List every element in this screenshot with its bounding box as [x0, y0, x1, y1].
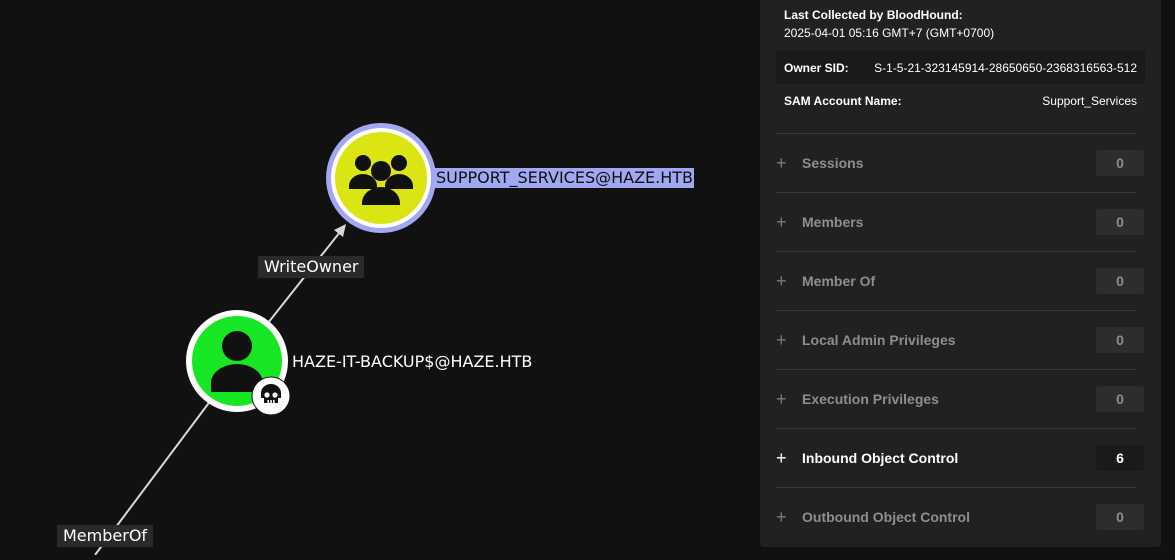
- expand-plus-icon[interactable]: +: [776, 390, 787, 408]
- section-count-badge: 0: [1096, 209, 1144, 235]
- section-label: Member Of: [802, 273, 876, 289]
- section-execution-privileges[interactable]: + Execution Privileges 0: [776, 370, 1144, 428]
- section-label: Outbound Object Control: [802, 509, 970, 525]
- section-label: Local Admin Privileges: [802, 332, 956, 348]
- section-count-badge: 0: [1096, 268, 1144, 294]
- last-collected-title: Last Collected by BloodHound:: [784, 8, 963, 22]
- expand-plus-icon[interactable]: +: [776, 272, 787, 290]
- expand-plus-icon[interactable]: +: [776, 449, 787, 467]
- section-count-badge: 0: [1096, 150, 1144, 176]
- owner-sid-key: Owner SID:: [784, 60, 849, 75]
- writeowner-edge-label[interactable]: WriteOwner: [258, 256, 365, 278]
- section-count-badge: 0: [1096, 386, 1144, 412]
- expand-plus-icon[interactable]: +: [776, 331, 787, 349]
- section-local-admin-privileges[interactable]: + Local Admin Privileges 0: [776, 311, 1144, 369]
- section-label: Execution Privileges: [802, 391, 939, 407]
- section-outbound-object-control[interactable]: + Outbound Object Control 0: [776, 488, 1144, 546]
- section-label: Inbound Object Control: [802, 450, 959, 466]
- owner-sid-row: Owner SID: S-1-5-21-323145914-28650650-2…: [776, 51, 1145, 84]
- section-members[interactable]: + Members 0: [776, 193, 1144, 251]
- owner-sid-value: S-1-5-21-323145914-28650650-2368316563-5…: [874, 60, 1137, 75]
- group-node[interactable]: [326, 123, 436, 233]
- section-label: Members: [802, 214, 864, 230]
- expand-plus-icon[interactable]: +: [776, 213, 787, 231]
- section-label: Sessions: [802, 155, 864, 171]
- section-sessions[interactable]: + Sessions 0: [776, 134, 1144, 192]
- sam-account-key: SAM Account Name:: [784, 93, 902, 108]
- memberof-edge-label[interactable]: MemberOf: [57, 525, 154, 547]
- writeowner-edge[interactable]: [263, 231, 341, 329]
- writeowner-arrowhead: [334, 224, 346, 237]
- section-member-of[interactable]: + Member Of 0: [776, 252, 1144, 310]
- entity-info-panel: Last Collected by BloodHound: 2025-04-01…: [760, 0, 1161, 547]
- section-inbound-object-control[interactable]: + Inbound Object Control 6: [776, 429, 1144, 487]
- last-collected-value: 2025-04-01 05:16 GMT+7 (GMT+0700): [784, 26, 995, 40]
- section-count-badge: 0: [1096, 327, 1144, 353]
- expand-plus-icon[interactable]: +: [776, 154, 787, 172]
- skull-icon: [251, 376, 291, 416]
- section-count-badge: 0: [1096, 504, 1144, 530]
- expand-plus-icon[interactable]: +: [776, 508, 787, 526]
- user-node[interactable]: [186, 310, 291, 416]
- group-node-label[interactable]: SUPPORT_SERVICES@HAZE.HTB: [435, 168, 695, 188]
- sam-account-value: Support_Services: [1042, 93, 1137, 108]
- user-node-label[interactable]: HAZE-IT-BACKUP$@HAZE.HTB: [291, 352, 533, 372]
- section-count-badge: 6: [1096, 445, 1144, 471]
- sam-account-row: SAM Account Name: Support_Services: [776, 84, 1145, 117]
